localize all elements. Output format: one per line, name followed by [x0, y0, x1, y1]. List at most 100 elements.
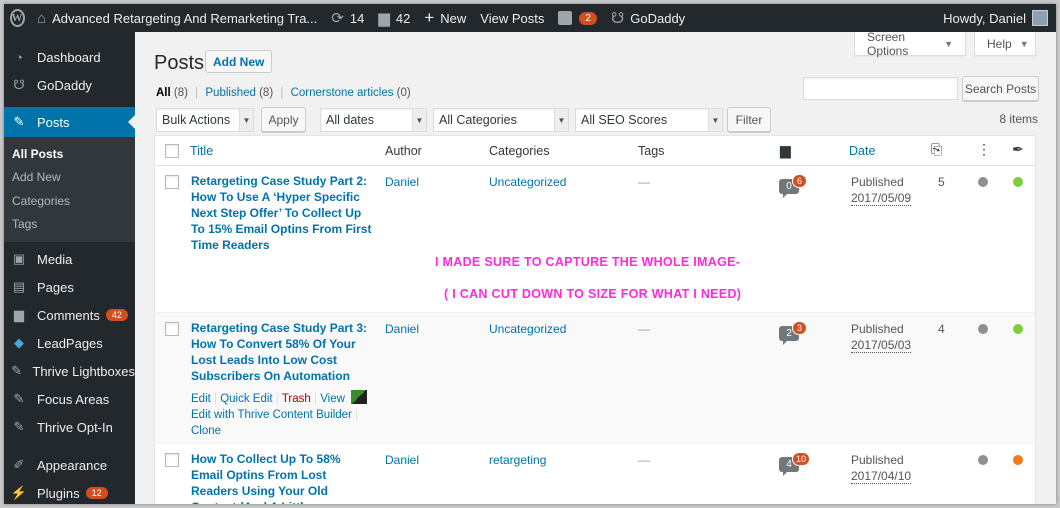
comment-count-bubble[interactable]: 0 6: [779, 174, 807, 198]
site-name: Advanced Retargeting And Remarketing Tra…: [52, 10, 318, 26]
quick-edit-link[interactable]: Quick Edit: [220, 393, 272, 405]
row-checkbox[interactable]: [165, 175, 179, 189]
account-menu[interactable]: Howdy, Daniel: [943, 10, 1056, 26]
clone-link[interactable]: Clone: [191, 425, 221, 437]
view-link[interactable]: View: [320, 393, 345, 405]
comment-count-bubble[interactable]: 2 3: [779, 321, 807, 345]
sidebar-item-plugins[interactable]: ⚡ Plugins 12: [4, 479, 135, 504]
sidebar-item-label: Plugins: [37, 485, 80, 501]
annotation-line-2: ( I CAN CUT DOWN TO SIZE FOR WHAT I NEED…: [444, 287, 742, 301]
godaddy-menu[interactable]: ☋ GoDaddy: [604, 4, 692, 32]
seo-dot: [1013, 324, 1023, 334]
submenu-all-posts[interactable]: All Posts: [4, 142, 135, 166]
category-link[interactable]: Uncategorized: [489, 322, 566, 336]
home-icon: ⌂: [37, 9, 47, 27]
filter-all[interactable]: All: [156, 87, 171, 99]
yoast-menu[interactable]: 2: [551, 4, 604, 32]
submenu-add-new[interactable]: Add New: [4, 166, 135, 190]
plugin-icon: ⚡: [10, 485, 28, 500]
link-count: 4: [938, 322, 945, 336]
submenu-categories[interactable]: Categories: [4, 189, 135, 213]
bulk-actions-value: Bulk Actions: [162, 113, 231, 127]
seo-scores-select[interactable]: All SEO Scores ▼: [575, 108, 723, 132]
dashboard-icon: ◔: [15, 49, 23, 65]
sidebar-item-godaddy[interactable]: ☋ GoDaddy: [4, 71, 135, 99]
sidebar-item-thrive-optin[interactable]: ✎ Thrive Opt-In: [4, 413, 135, 441]
updates-link[interactable]: ⟳ 14: [324, 4, 371, 32]
link-count: 5: [938, 175, 945, 189]
comments-link[interactable]: ▆ 42: [371, 4, 417, 32]
post-title-link[interactable]: Retargeting Case Study Part 2: How To Us…: [191, 173, 374, 253]
row-checkbox[interactable]: [165, 453, 179, 467]
screen-options-button[interactable]: Screen Options ▼: [854, 30, 966, 58]
trash-link[interactable]: Trash: [282, 393, 311, 405]
search-posts-button[interactable]: Search Posts: [962, 76, 1039, 101]
sidebar-item-comments[interactable]: ▆ Comments 42: [4, 301, 135, 329]
post-title-link[interactable]: How To Collect Up To 58% Email Optins Fr…: [191, 451, 374, 504]
author-link[interactable]: Daniel: [385, 453, 419, 467]
separator: |: [355, 409, 359, 421]
sidebar-item-pages[interactable]: ▤ Pages: [4, 273, 135, 301]
internal-links-icon[interactable]: ⎘: [931, 141, 942, 158]
select-all-checkbox[interactable]: [165, 144, 179, 158]
sidebar-item-leadpages[interactable]: ◆ LeadPages: [4, 329, 135, 357]
category-link[interactable]: retargeting: [489, 453, 546, 467]
column-title[interactable]: Title: [190, 144, 213, 158]
categories-select[interactable]: All Categories ▼: [433, 108, 569, 132]
post-date: 2017/04/10: [851, 469, 912, 484]
site-name-link[interactable]: ⌂ Advanced Retargeting And Remarketing T…: [30, 4, 324, 32]
help-button[interactable]: Help ▼: [974, 32, 1036, 56]
view-posts-link[interactable]: View Posts: [473, 4, 551, 32]
column-categories: Categories: [489, 144, 550, 158]
category-link[interactable]: Uncategorized: [489, 175, 566, 189]
posts-submenu: All Posts Add New Categories Tags: [4, 137, 135, 242]
seo-dot: [1013, 455, 1023, 465]
sidebar-item-label: Comments: [37, 307, 100, 323]
edit-link[interactable]: Edit: [191, 393, 211, 405]
sidebar-item-media[interactable]: ▣ Media: [4, 245, 135, 273]
filter-cornerstone[interactable]: Cornerstone articles: [291, 87, 394, 99]
author-link[interactable]: Daniel: [385, 175, 419, 189]
filter-published[interactable]: Published: [205, 87, 256, 99]
bulk-actions-select[interactable]: Bulk Actions ▼: [156, 108, 254, 132]
comment-column-icon[interactable]: ▆: [780, 142, 791, 159]
author-link[interactable]: Daniel: [385, 322, 419, 336]
search-input[interactable]: [803, 77, 958, 100]
paintbrush-icon: ✐: [13, 457, 25, 472]
browser-frame: W ⌂ Advanced Retargeting And Remarketing…: [4, 4, 1056, 504]
dates-select[interactable]: All dates ▼: [320, 108, 427, 132]
row-checkbox[interactable]: [165, 322, 179, 336]
sidebar-item-focus-areas[interactable]: ✎ Focus Areas: [4, 385, 135, 413]
sidebar-item-thrive-lightboxes[interactable]: ✎ Thrive Lightboxes: [4, 357, 135, 385]
seo-scores-value: All SEO Scores: [581, 113, 668, 127]
sidebar-item-label: Thrive Opt-In: [37, 419, 113, 435]
apply-button[interactable]: Apply: [261, 107, 306, 132]
column-date[interactable]: Date: [849, 144, 875, 158]
submenu-tags[interactable]: Tags: [4, 213, 135, 237]
sidebar-item-posts[interactable]: ✎ Posts: [4, 107, 135, 137]
godaddy-icon: ☋: [13, 77, 25, 92]
seo-dot: [1013, 177, 1023, 187]
post-date: 2017/05/09: [851, 191, 912, 206]
add-new-post-button[interactable]: Add New: [205, 50, 273, 73]
new-content-link[interactable]: + New: [417, 4, 473, 32]
edit-thrive-link[interactable]: Edit with Thrive Content Builder: [191, 409, 352, 421]
yoast-icon: [558, 11, 573, 25]
posts-table: Title Author Categories Tags ▆ Date ⎘ ⋮ …: [154, 135, 1036, 504]
sidebar-item-label: Thrive Lightboxes: [32, 363, 135, 379]
thrive-builder-icon[interactable]: [351, 390, 368, 404]
readability-icon[interactable]: ⋮: [977, 141, 991, 158]
sidebar-item-dashboard[interactable]: ◔ Dashboard: [4, 43, 135, 71]
items-count: 8 items: [999, 112, 1038, 126]
seo-feather-icon[interactable]: ✒: [1012, 141, 1024, 158]
wp-menu[interactable]: W: [4, 5, 30, 31]
main-content: Screen Options ▼ Help ▼ Posts Add New Al…: [135, 30, 1056, 504]
sidebar-item-appearance[interactable]: ✐ Appearance: [4, 451, 135, 479]
godaddy-label: GoDaddy: [630, 10, 686, 26]
post-title-link[interactable]: Retargeting Case Study Part 3: How To Co…: [191, 320, 374, 384]
post-status: Published: [851, 175, 904, 189]
comment-count-bubble[interactable]: 4 10: [779, 452, 811, 476]
filter-button[interactable]: Filter: [727, 107, 771, 132]
comments-badge: 42: [105, 309, 128, 321]
row-actions: Edit | Quick Edit | Trash | View Edit wi…: [191, 390, 381, 439]
